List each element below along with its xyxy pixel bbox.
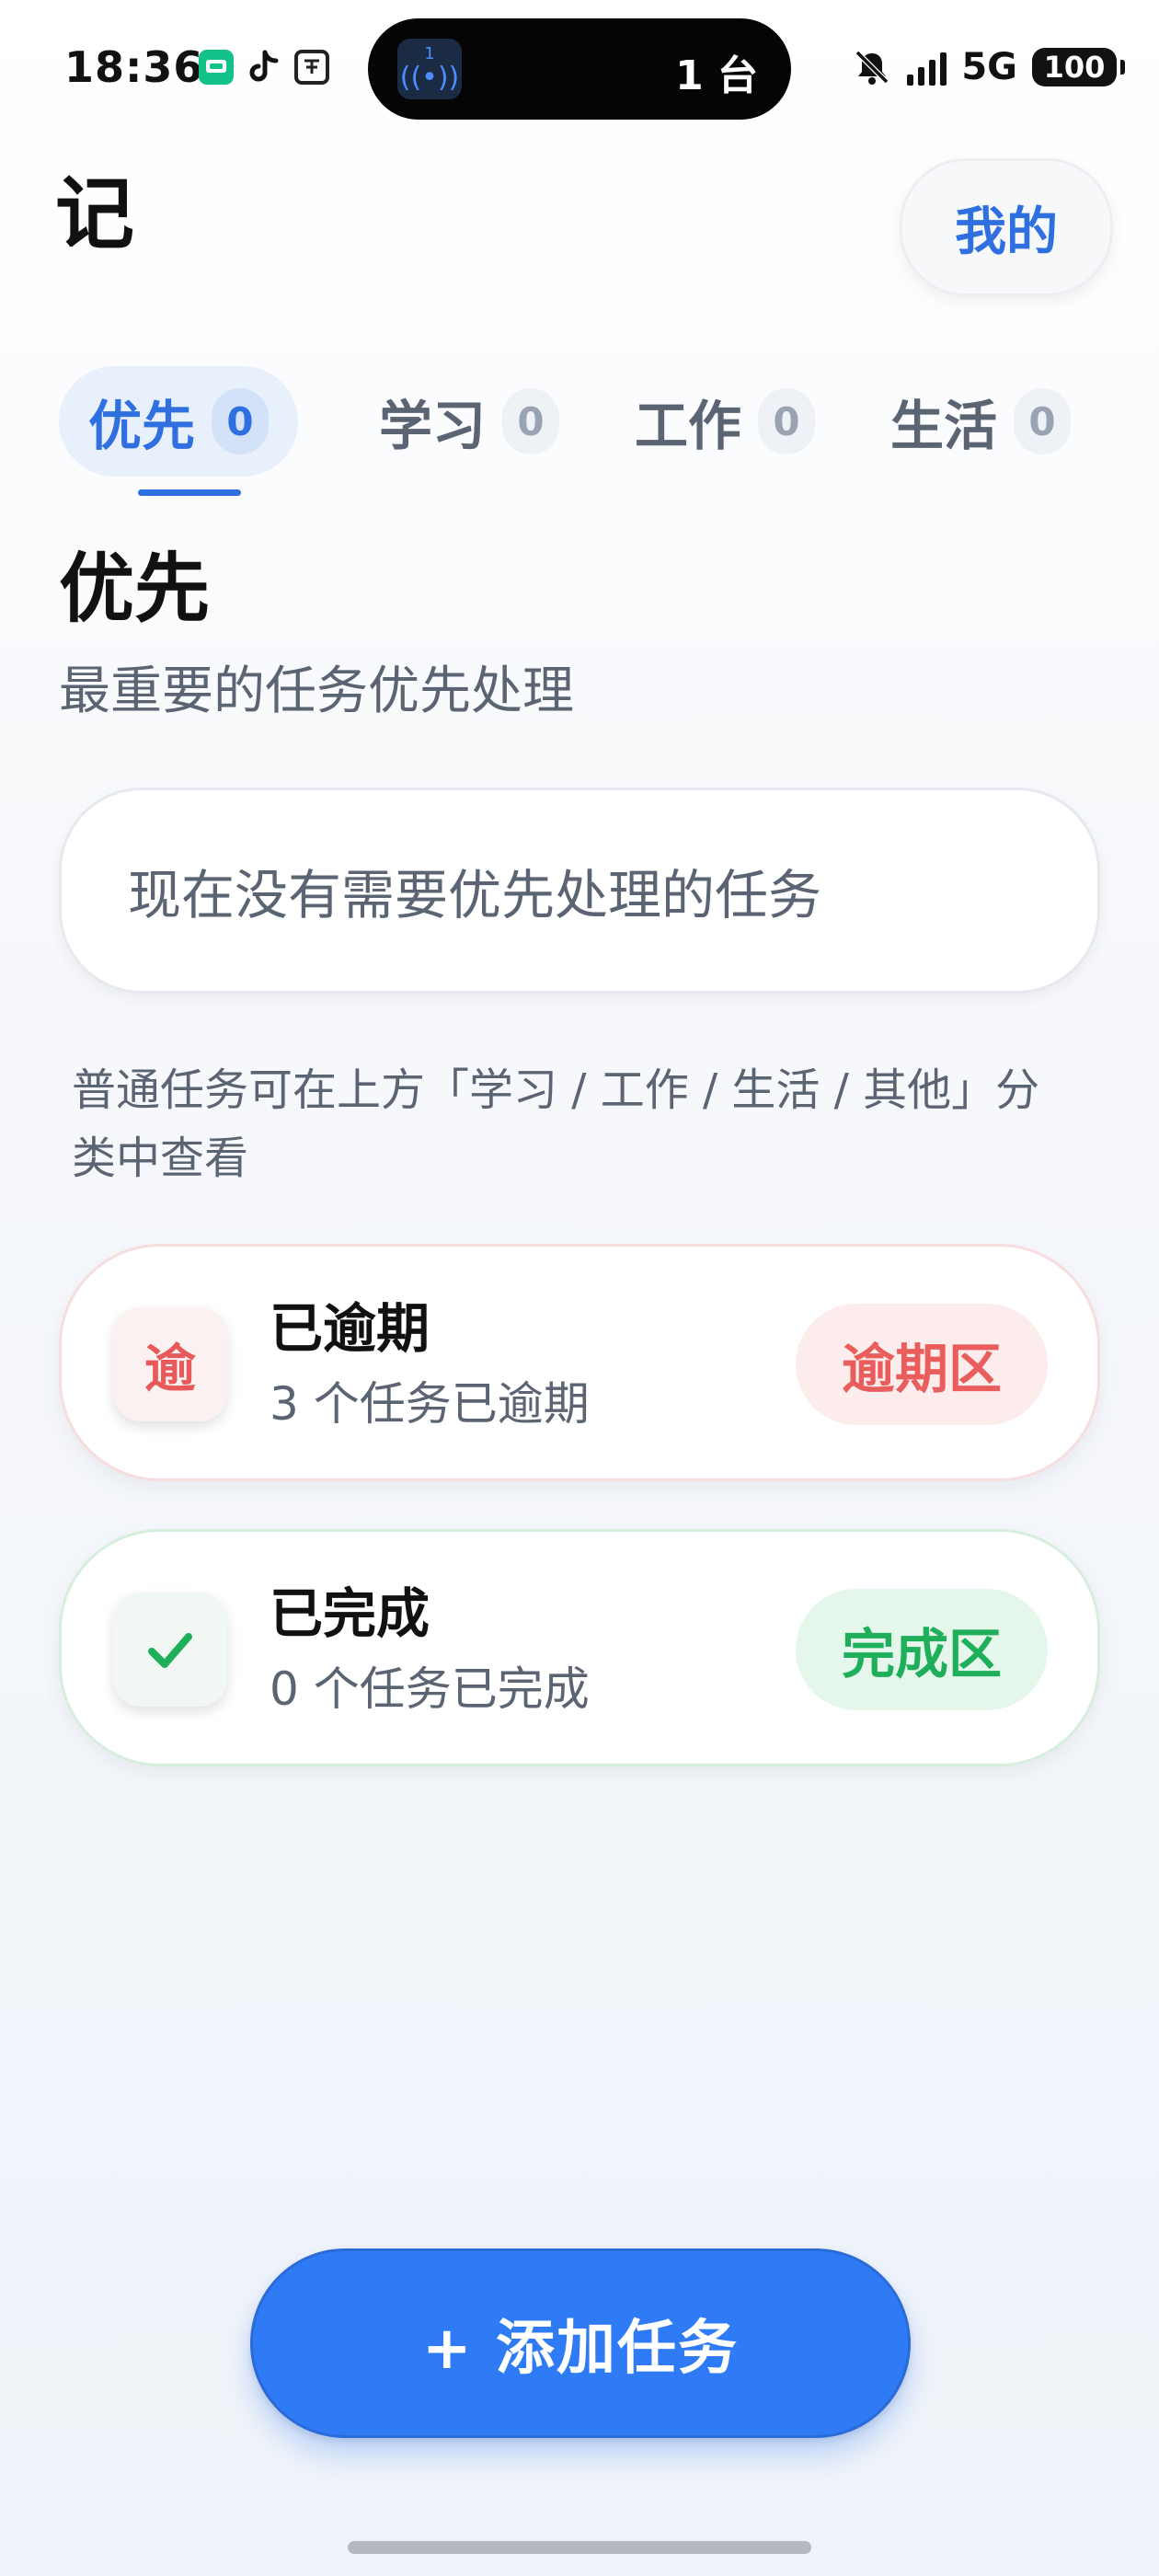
dictionary-icon <box>294 50 329 85</box>
bell-muted-icon <box>855 50 889 85</box>
network-type: 5G <box>961 46 1017 88</box>
broadcast-count: 1 <box>424 44 435 63</box>
active-tab-indicator <box>138 489 241 496</box>
tab-work[interactable]: 工作 0 <box>635 366 816 477</box>
tab-life[interactable]: 生活 0 <box>890 366 1072 477</box>
signal-bar <box>907 75 914 86</box>
done-zone-button[interactable]: 完成区 <box>796 1589 1048 1710</box>
tiktok-glyph <box>249 50 279 82</box>
overdue-zone-card[interactable]: 逾 已逾期 3 个任务已逾期 逾期区 <box>59 1244 1100 1481</box>
check-icon <box>113 1593 227 1707</box>
section-subtitle: 最重要的任务优先处理 <box>59 661 574 721</box>
battery-icon: 100 <box>1032 48 1125 86</box>
overdue-title: 已逾期 <box>270 1297 430 1360</box>
done-count-text: 0 个任务已完成 <box>270 1662 590 1716</box>
broadcast-glyph: ((•)) <box>399 62 460 94</box>
signal-bar <box>940 52 947 86</box>
add-task-button[interactable]: + 添加任务 <box>250 2248 911 2438</box>
tab-study[interactable]: 学习 0 <box>379 366 560 477</box>
section-title: 优先 <box>59 546 211 633</box>
done-title: 已完成 <box>270 1582 430 1645</box>
tab-label: 学习 <box>379 395 487 457</box>
tab-label: 生活 <box>890 395 998 457</box>
tab-count-badge: 0 <box>1014 388 1072 454</box>
tab-label: 工作 <box>635 395 742 457</box>
home-indicator[interactable] <box>348 2541 811 2554</box>
broadcast-icon: 1 ((•)) <box>397 39 462 99</box>
overdue-icon: 逾 <box>113 1307 227 1421</box>
tab-count-badge: 0 <box>212 388 270 454</box>
dictionary-glyph <box>304 59 319 74</box>
tab-count-badge: 0 <box>502 388 560 454</box>
done-zone-card[interactable]: 已完成 0 个任务已完成 完成区 <box>59 1529 1100 1766</box>
status-bar: 18:36 1 ((•)) 1 台 5G 100 <box>0 0 1159 138</box>
dynamic-island[interactable]: 1 ((•)) 1 台 <box>368 18 791 120</box>
signal-bar <box>929 60 936 86</box>
island-device-count: 1 台 <box>675 52 758 99</box>
empty-state-text: 现在没有需要优先处理的任务 <box>128 864 822 926</box>
overdue-zone-button[interactable]: 逾期区 <box>796 1304 1048 1425</box>
notification-app-icons <box>199 50 329 85</box>
empty-state-card: 现在没有需要优先处理的任务 <box>59 788 1100 994</box>
overdue-icon-text: 逾 <box>144 1339 196 1399</box>
app-title: 记 <box>55 168 134 260</box>
check-glyph <box>148 1633 192 1668</box>
tiktok-icon <box>247 50 281 85</box>
tab-count-badge: 0 <box>758 388 816 454</box>
category-hint: 普通任务可在上方「学习 / 工作 / 生活 / 其他」分类中查看 <box>72 1064 1040 1184</box>
signal-bar <box>918 67 925 86</box>
category-tabs: 优先 0 学习 0 工作 0 生活 0 <box>59 366 1107 496</box>
status-right-icons: 5G 100 <box>852 46 1125 88</box>
tab-priority[interactable]: 优先 0 <box>59 366 299 477</box>
battery-level: 100 <box>1043 50 1106 85</box>
tab-label: 优先 <box>88 395 196 457</box>
wechat-glyph <box>206 60 226 73</box>
status-time: 18:36 <box>64 42 204 92</box>
profile-button[interactable]: 我的 <box>900 158 1113 296</box>
signal-icon <box>907 49 947 86</box>
wechat-icon <box>199 50 234 85</box>
overdue-count-text: 3 个任务已逾期 <box>270 1377 590 1431</box>
